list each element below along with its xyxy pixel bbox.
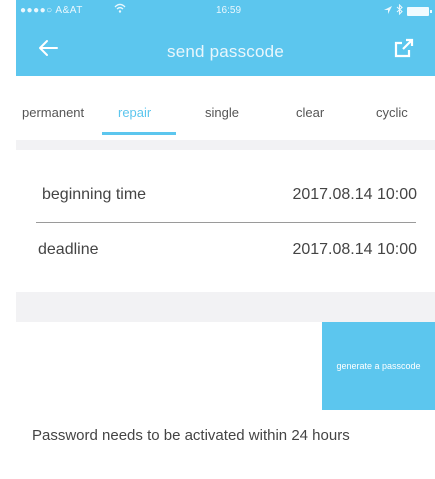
tab-repair[interactable]: repair [118, 105, 151, 120]
active-tab-indicator [102, 132, 176, 135]
divider [36, 222, 416, 223]
battery-icon [407, 6, 432, 16]
beginning-time-value: 2017.08.14 10:00 [292, 186, 417, 203]
beginning-time-label: beginning time [42, 186, 147, 203]
header: ●●●●○ A&AT 16:59 send passcode [16, 0, 435, 76]
activation-note: Password needs to be activated within 24… [16, 410, 435, 479]
tab-single[interactable]: single [205, 105, 239, 120]
deadline-value: 2017.08.14 10:00 [292, 241, 417, 258]
location-icon [384, 5, 392, 17]
page-title: send passcode [167, 42, 284, 61]
carrier-label: ●●●●○ A&AT [20, 5, 83, 16]
tab-permanent[interactable]: permanent [22, 105, 84, 120]
navbar: send passcode [16, 30, 435, 70]
activation-note-text: Password needs to be activated within 24… [32, 427, 350, 444]
status-icons [384, 3, 432, 18]
bluetooth-icon [396, 3, 403, 18]
passcode-type-tabs: permanent repair single clear cyclic [16, 76, 435, 140]
status-time: 16:59 [216, 5, 242, 16]
tab-cyclic[interactable]: cyclic [376, 105, 408, 120]
generate-passcode-button[interactable]: generate a passcode [322, 322, 435, 410]
share-icon [394, 38, 414, 63]
action-row: generate a passcode [16, 322, 435, 410]
status-bar: ●●●●○ A&AT 16:59 [16, 0, 435, 22]
deadline-label: deadline [38, 241, 99, 258]
tab-clear[interactable]: clear [296, 105, 324, 120]
wifi-icon [114, 3, 126, 16]
share-button[interactable] [391, 37, 417, 63]
phone-screen: ●●●●○ A&AT 16:59 send passcode permanent… [16, 0, 435, 479]
time-settings: beginning time 2017.08.14 10:00 deadline… [16, 150, 435, 292]
